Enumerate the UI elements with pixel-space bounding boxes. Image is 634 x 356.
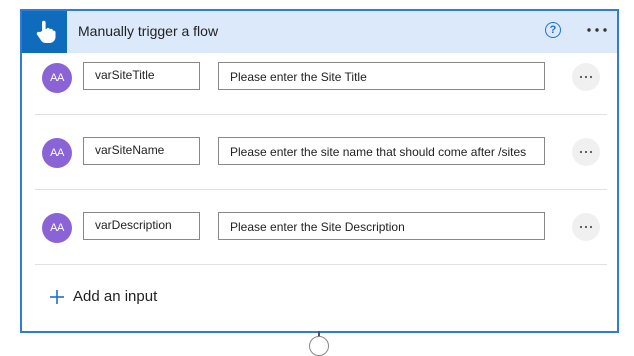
input-description-field[interactable]: Please enter the site name that should c… [218, 137, 545, 165]
more-horizontal-icon [579, 225, 593, 229]
input-description-field[interactable]: Please enter the Site Description [218, 212, 545, 240]
add-input-button[interactable]: Add an input [50, 288, 157, 305]
input-row: AA varDescription Please enter the Site … [35, 191, 607, 265]
input-name-field[interactable]: varSiteName [83, 137, 200, 165]
add-input-label: Add an input [73, 288, 158, 305]
more-horizontal-icon [579, 150, 593, 154]
input-row: AA varSiteTitle Please enter the Site Ti… [35, 41, 607, 115]
trigger-card: Manually trigger a flow ? AA varSiteTitl… [20, 9, 619, 333]
row-more-button[interactable] [572, 213, 600, 241]
text-input-icon: AA [42, 63, 72, 93]
plus-icon [50, 289, 64, 304]
insert-step-button[interactable] [309, 336, 329, 356]
row-divider [35, 264, 607, 265]
more-horizontal-icon [587, 28, 607, 32]
row-divider [35, 189, 607, 190]
row-more-button[interactable] [572, 63, 600, 91]
input-type-glyph: AA [50, 72, 64, 84]
more-horizontal-icon [579, 75, 593, 79]
text-input-icon: AA [42, 138, 72, 168]
row-more-button[interactable] [572, 138, 600, 166]
input-type-glyph: AA [50, 147, 64, 159]
input-description-field[interactable]: Please enter the Site Title [218, 62, 545, 90]
help-circle-icon[interactable]: ? [545, 22, 561, 38]
row-divider [35, 114, 607, 115]
help-glyph: ? [549, 24, 557, 36]
input-type-glyph: AA [50, 222, 64, 234]
trigger-title: Manually trigger a flow [78, 23, 219, 39]
input-name-field[interactable]: varDescription [83, 212, 200, 240]
input-row: AA varSiteName Please enter the site nam… [35, 116, 607, 190]
input-name-field[interactable]: varSiteTitle [83, 62, 200, 90]
text-input-icon: AA [42, 213, 72, 243]
trigger-more-button[interactable] [584, 17, 610, 43]
